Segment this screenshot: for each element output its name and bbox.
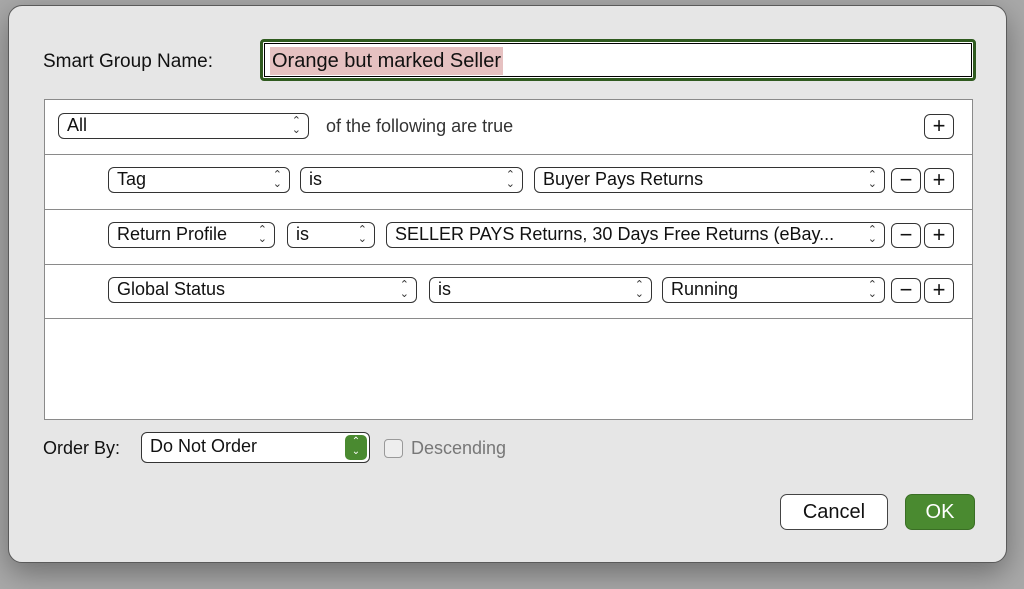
- rules-editor: All ⌃ ⌄ of the following are true + Tag ⌃ ⌄ …: [44, 99, 973, 420]
- chevron-updown-icon: ⌃ ⌄: [257, 224, 267, 245]
- chevron-updown-icon: ⌃ ⌄: [357, 224, 367, 245]
- operator-popup[interactable]: is ⌃ ⌄: [429, 277, 652, 303]
- rules-header-row: All ⌃ ⌄ of the following are true +: [45, 100, 972, 155]
- chevron-updown-icon: ⌃ ⌄: [399, 279, 409, 300]
- smart-group-name-input[interactable]: Orange but marked Seller: [260, 39, 976, 81]
- match-suffix: of the following are true: [326, 116, 514, 136]
- field-value: Tag: [117, 169, 147, 189]
- field-popup[interactable]: Global Status ⌃ ⌄: [108, 277, 417, 303]
- order-by-label: Order By:: [43, 438, 121, 458]
- add-rule-button[interactable]: +: [924, 278, 954, 303]
- remove-rule-button[interactable]: −: [891, 278, 921, 303]
- rule-row: Return Profile ⌃ ⌄ is ⌃ ⌄ SELLER PAYS Return…: [45, 210, 972, 265]
- cancel-button[interactable]: Cancel: [780, 494, 888, 530]
- field-popup[interactable]: Tag ⌃ ⌄: [108, 167, 290, 193]
- value-popup[interactable]: Buyer Pays Returns ⌃ ⌄: [534, 167, 885, 193]
- value-popup[interactable]: SELLER PAYS Returns, 30 Days Free Return…: [386, 222, 885, 248]
- rule-value: SELLER PAYS Returns, 30 Days Free Return…: [395, 224, 835, 244]
- chevron-updown-icon: ⌃ ⌄: [291, 115, 301, 136]
- rule-value: Running: [671, 279, 739, 299]
- chevron-updown-icon: ⌃ ⌄: [867, 169, 877, 190]
- rule-row: Tag ⌃ ⌄ is ⌃ ⌄ Buyer Pays Returns ⌃ ⌄ − +: [45, 155, 972, 210]
- chevron-updown-icon: ⌃ ⌄: [505, 169, 515, 190]
- ok-button[interactable]: OK: [905, 494, 975, 530]
- chevron-updown-icon: ⌃ ⌄: [345, 435, 367, 460]
- field-popup[interactable]: Return Profile ⌃ ⌄: [108, 222, 275, 248]
- name-value: Orange but marked Seller: [270, 47, 504, 75]
- field-value: Global Status: [117, 279, 226, 299]
- order-by-value: Do Not Order: [150, 436, 258, 456]
- value-popup[interactable]: Running ⌃ ⌄: [662, 277, 885, 303]
- chevron-updown-icon: ⌃ ⌄: [272, 169, 282, 190]
- match-value: All: [67, 115, 88, 135]
- operator-value: is: [309, 169, 322, 189]
- chevron-updown-icon: ⌃ ⌄: [867, 279, 877, 300]
- operator-value: is: [438, 279, 451, 299]
- remove-rule-button[interactable]: −: [891, 168, 921, 193]
- field-value: Return Profile: [117, 224, 228, 244]
- smart-group-dialog: Smart Group Name: Orange but marked Sell…: [8, 5, 1007, 563]
- add-rule-button[interactable]: +: [924, 114, 954, 139]
- operator-popup[interactable]: is ⌃ ⌄: [300, 167, 523, 193]
- add-rule-button[interactable]: +: [924, 168, 954, 193]
- add-rule-button[interactable]: +: [924, 223, 954, 248]
- operator-value: is: [296, 224, 309, 244]
- order-by-popup[interactable]: Do Not Order ⌃ ⌄: [141, 432, 370, 463]
- descending-label: Descending: [411, 438, 507, 458]
- operator-popup[interactable]: is ⌃ ⌄: [287, 222, 375, 248]
- chevron-updown-icon: ⌃ ⌄: [634, 279, 644, 300]
- chevron-updown-icon: ⌃ ⌄: [867, 224, 877, 245]
- rule-value: Buyer Pays Returns: [543, 169, 704, 189]
- name-label: Smart Group Name:: [43, 51, 213, 72]
- remove-rule-button[interactable]: −: [891, 223, 921, 248]
- descending-checkbox[interactable]: [384, 439, 403, 458]
- rule-row: Global Status ⌃ ⌄ is ⌃ ⌄ Running ⌃ ⌄ − +: [45, 265, 972, 319]
- match-popup[interactable]: All ⌃ ⌄: [58, 113, 309, 139]
